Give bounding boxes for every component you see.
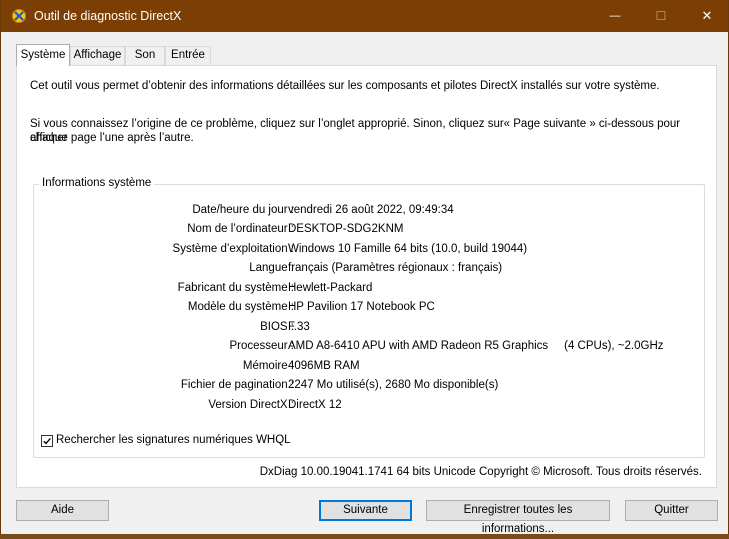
title-bar[interactable]: Outil de diagnostic DirectX — ☐ ✕ [1, 0, 728, 32]
info-value: Hewlett-Packard [288, 282, 373, 294]
minimize-button[interactable]: — [592, 0, 638, 32]
instructions-text-line2: chaque page l’une après l’autre. [30, 132, 194, 144]
info-label: Processeur : [229, 340, 294, 352]
info-row-date: Date/heure du jour : vendredi 26 août 20… [34, 204, 706, 220]
whql-checkbox[interactable] [41, 435, 53, 447]
info-label: Fabricant du système : [177, 282, 294, 294]
info-row-model: Modèle du système : HP Pavilion 17 Noteb… [34, 301, 706, 317]
info-value: français (Paramètres régionaux : françai… [288, 262, 503, 274]
close-button[interactable]: ✕ [684, 0, 729, 32]
info-value: DirectX 12 [288, 399, 342, 411]
directx-app-icon [11, 8, 27, 24]
directx-diagnostic-window: Outil de diagnostic DirectX — ☐ ✕ Systèm… [0, 0, 729, 535]
info-value: 4096MB RAM [288, 360, 360, 372]
info-row-bios: BIOS : F.33 [34, 321, 706, 337]
info-label: Version DirectX : [208, 399, 294, 411]
info-row-processor: Processeur : AMD A8-6410 APU with AMD Ra… [34, 340, 706, 356]
info-value: 2247 Mo utilisé(s), 2680 Mo disponible(s… [288, 379, 499, 391]
info-row-pagefile: Fichier de pagination : 2247 Mo utilisé(… [34, 379, 706, 395]
info-value: HP Pavilion 17 Notebook PC [288, 301, 435, 313]
intro-text: Cet outil vous permet d’obtenir des info… [30, 80, 660, 92]
info-value: vendredi 26 août 2022, 09:49:34 [288, 204, 454, 216]
info-row-os: Système d’exploitation : Windows 10 Fami… [34, 243, 706, 259]
maximize-button: ☐ [638, 0, 684, 32]
system-tab-panel: Cet outil vous permet d’obtenir des info… [16, 65, 717, 488]
info-label: Modèle du système : [187, 301, 294, 313]
tab-entree[interactable]: Entrée [165, 46, 211, 65]
tab-affichage[interactable]: Affichage [70, 46, 125, 65]
info-label: Mémoire : [242, 360, 294, 372]
help-button[interactable]: Aide [16, 500, 109, 521]
info-label: Fichier de pagination : [180, 379, 294, 391]
minimize-icon: — [609, 10, 621, 22]
info-row-computer-name: Nom de l’ordinateur : DESKTOP-SDG2KNM [34, 223, 706, 239]
info-label: Système d’exploitation : [172, 243, 294, 255]
tab-systeme[interactable]: Système [16, 44, 70, 66]
next-page-button[interactable]: Suivante [319, 500, 412, 521]
system-info-group: Informations système Date/heure du jour … [33, 177, 706, 458]
info-label: Date/heure du jour : [192, 204, 294, 216]
window-title: Outil de diagnostic DirectX [34, 9, 182, 23]
quit-button[interactable]: Quitter [625, 500, 718, 521]
save-all-information-button[interactable]: Enregistrer toutes les informations... [426, 500, 610, 535]
version-copyright-text: DxDiag 10.00.19041.1741 64 bits Unicode … [259, 466, 702, 478]
whql-checkbox-label[interactable]: Rechercher les signatures numériques WHQ… [56, 434, 291, 446]
info-row-language: Langue : français (Paramètres régionaux … [34, 262, 706, 278]
info-value: AMD A8-6410 APU with AMD Radeon R5 Graph… [288, 340, 664, 352]
close-icon: ✕ [701, 8, 713, 23]
info-value: DESKTOP-SDG2KNM [288, 223, 404, 235]
tab-son[interactable]: Son [125, 46, 165, 65]
info-label: Nom de l’ordinateur : [187, 223, 294, 235]
info-row-directx-version: Version DirectX : DirectX 12 [34, 399, 706, 415]
checkmark-icon [43, 437, 51, 445]
info-row-manufacturer: Fabricant du système : Hewlett-Packard [34, 282, 706, 298]
maximize-icon: ☐ [655, 9, 667, 23]
info-value: F.33 [288, 321, 310, 333]
info-value: Windows 10 Famille 64 bits (10.0, build … [288, 243, 528, 255]
info-row-memory: Mémoire : 4096MB RAM [34, 360, 706, 376]
group-title: Informations système [39, 177, 155, 189]
